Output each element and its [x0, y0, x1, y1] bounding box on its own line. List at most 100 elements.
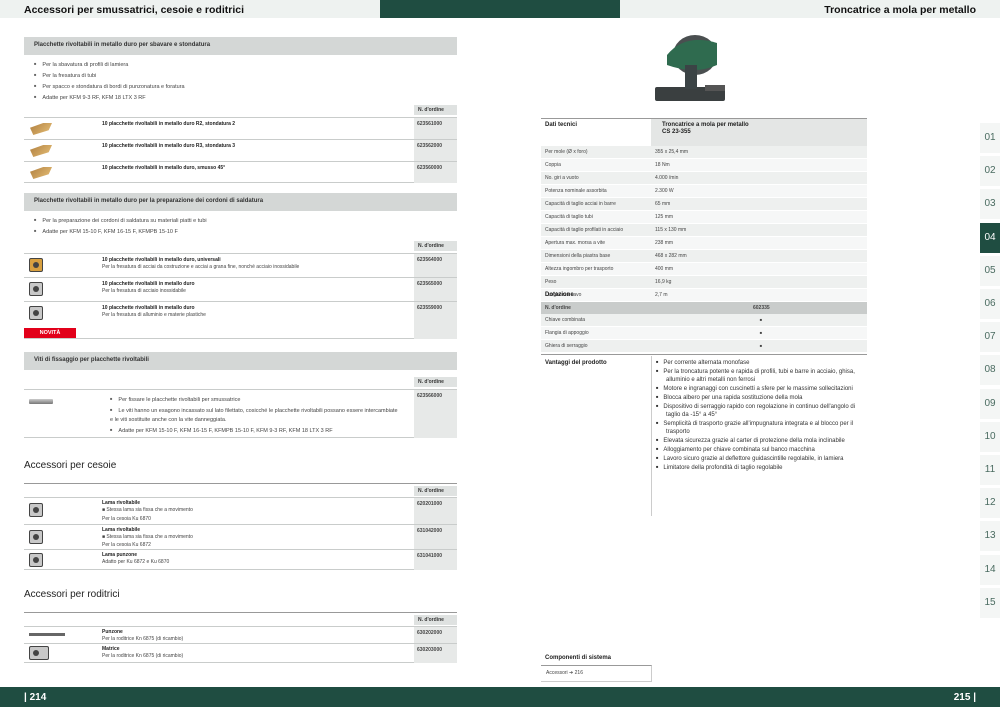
spec-label: Capacità di taglio profilati in acciaio [545, 227, 624, 233]
page-title-left: Accessori per smussatrici, cesoie e rodi… [24, 4, 245, 16]
new-badge: NOVITÀ [24, 328, 76, 338]
componenti-link[interactable]: Accessori ➜ 216 [546, 670, 583, 677]
table-row: 10 placchette rivoltabili in metallo dur… [24, 139, 457, 161]
section2-title: Placchette rivoltabili in metallo duro p… [24, 193, 457, 211]
spec-value: 2,7 m [655, 292, 668, 298]
divider [24, 612, 457, 613]
vantaggi-vline [651, 356, 652, 516]
chapter-tab-12[interactable]: 12 [980, 488, 1000, 519]
spec-row: Coppia 18 Nm [541, 159, 867, 172]
table-row: Per fissare le placchette rivoltabili pe… [24, 389, 457, 438]
blade-icon [29, 530, 43, 544]
spec-value: 65 mm [655, 201, 671, 207]
spec-value: 238 mm [655, 240, 674, 246]
spec-row: Potenza nominale assorbita 2.300 W [541, 185, 867, 198]
vantaggi-divider [541, 354, 867, 355]
table-row: Lama punzone Adatto per Ku 6872 e Ku 687… [24, 549, 457, 570]
product-image [645, 25, 730, 110]
spec-value: 468 x 282 mm [655, 253, 687, 259]
divider [24, 483, 457, 484]
page-title-right: Troncatrice a mola per metallo [824, 4, 976, 16]
spec-value: 400 mm [655, 266, 674, 272]
insert-square-icon [29, 306, 43, 320]
die-icon [29, 646, 49, 660]
page-number-right: 215 | [953, 692, 976, 703]
spec-value: 355 x 25,4 mm [655, 149, 689, 155]
dotazione-order-row: N. d'ordine 602335 [541, 302, 867, 314]
section3-title: Viti di fissaggio per placchette rivolta… [24, 352, 457, 370]
insert-icon [30, 167, 52, 179]
table-row: 10 placchette rivoltabili in metallo dur… [24, 161, 457, 183]
table-row: 10 placchette rivoltabili in metallo dur… [24, 277, 457, 301]
spec-row: Lunghezza cavo 2,7 m [541, 289, 867, 302]
specs-divider [541, 118, 867, 119]
dotazione-list: Chiave combinata ■ Flangia di appoggio ■ G… [541, 314, 867, 352]
chapter-tab-01[interactable]: 01 [980, 123, 1000, 153]
specs-table: Per mole (Ø x foro) 355 x 25,4 mm Coppia 18… [541, 146, 867, 302]
spec-row: No. giri a vuoto 4.000 /min [541, 172, 867, 185]
section2-bullets: Per la preparazione dei cordoni di salda… [34, 215, 454, 237]
footer-bar [0, 687, 1000, 707]
order-header: N. d'ordine [414, 377, 457, 387]
table-row: NOVITÀ 10 placchette rivoltabili in meta… [24, 301, 457, 339]
chapter-tab-08[interactable]: 08 [980, 355, 1000, 386]
chapter-tab-07[interactable]: 07 [980, 322, 1000, 353]
spec-value: 18 Nm [655, 162, 670, 168]
section1-title: Placchette rivoltabili in metallo duro p… [24, 37, 457, 55]
vantaggi-heading: Vantaggi del prodotto [545, 360, 607, 366]
spec-label: Peso [545, 279, 557, 285]
order-header: N. d'ordine [414, 615, 457, 625]
insert-icon [30, 123, 52, 135]
componenti-heading: Componenti di sistema [545, 655, 612, 661]
spec-label: Per mole (Ø x foro) [545, 149, 588, 155]
cesoie-title: Accessori per cesoie [24, 460, 117, 471]
insert-square-icon [29, 282, 43, 296]
dotazione-heading: Dotazione [545, 292, 574, 298]
spec-row: Per mole (Ø x foro) 355 x 25,4 mm [541, 146, 867, 159]
spec-label: Coppia [545, 162, 561, 168]
spec-row: Capacità di taglio profilati in acciaio 1… [541, 224, 867, 237]
table-row: Matrice Per la roditrice Kn 6875 (di ric… [24, 643, 457, 663]
spec-label: Altezza ingombro per trasporto [545, 266, 614, 272]
spec-row: Dimensioni della piastra base 468 x 282 m… [541, 250, 867, 263]
spec-value: 115 x 130 mm [655, 227, 687, 233]
spec-value: 16,9 kg [655, 279, 672, 285]
order-header: N. d'ordine [414, 241, 457, 251]
table-row: Lama rivoltabile ■ Stessa lama sia fissa… [24, 524, 457, 549]
chapter-tab-09[interactable]: 09 [980, 388, 1000, 419]
spec-label: Capacità di taglio tubi [545, 214, 593, 220]
product-model: CS 23-355 [662, 129, 691, 135]
table-row: Lama rivoltabile ■ Stessa lama sia fissa… [24, 497, 457, 524]
spec-value: 125 mm [655, 214, 674, 220]
page-number-left: | 214 [24, 692, 47, 703]
punch-tool-icon [29, 633, 65, 636]
chapter-tab-02[interactable]: 02 [980, 156, 1000, 187]
spec-value: 2.300 W [655, 188, 674, 194]
chapter-tab-15[interactable]: 15 [980, 587, 1000, 618]
vantaggi-list: Per corrente alternata monofasePer la tr… [656, 358, 856, 472]
order-header: N. d'ordine [414, 486, 457, 496]
spec-row: Capacità di taglio tubi 125 mm [541, 211, 867, 224]
chapter-tab-10[interactable]: 10 [980, 421, 1000, 452]
chapter-tab-13[interactable]: 13 [980, 521, 1000, 552]
blade-icon [29, 503, 43, 517]
screw-icon [29, 399, 53, 404]
chapter-tab-03[interactable]: 03 [980, 189, 1000, 220]
table-row: 10 placchette rivoltabili in metallo dur… [24, 253, 457, 277]
header-accent-left [380, 0, 620, 18]
insert-square-icon [29, 258, 43, 272]
chapter-tab-06[interactable]: 06 [980, 289, 1000, 319]
roditrici-title: Accessori per roditrici [24, 589, 120, 600]
table-row: Punzone Per la roditrice Kn 6875 (di ric… [24, 626, 457, 643]
chapter-tab-05[interactable]: 05 [980, 255, 1000, 286]
order-header: N. d'ordine [414, 105, 457, 115]
chapter-tab-14[interactable]: 14 [980, 554, 1000, 585]
chapter-tab-04[interactable]: 04 [980, 222, 1000, 253]
chapter-tab-11[interactable]: 11 [980, 455, 1000, 485]
spec-label: Dimensioni della piastra base [545, 253, 611, 259]
product-name: Troncatrice a mola per metallo [662, 122, 749, 128]
punch-icon [29, 553, 43, 567]
spec-label: Capacità di taglio acciai in barre [545, 201, 616, 207]
spec-value: 4.000 /min [655, 175, 679, 181]
specs-heading: Dati tecnici [545, 122, 578, 128]
